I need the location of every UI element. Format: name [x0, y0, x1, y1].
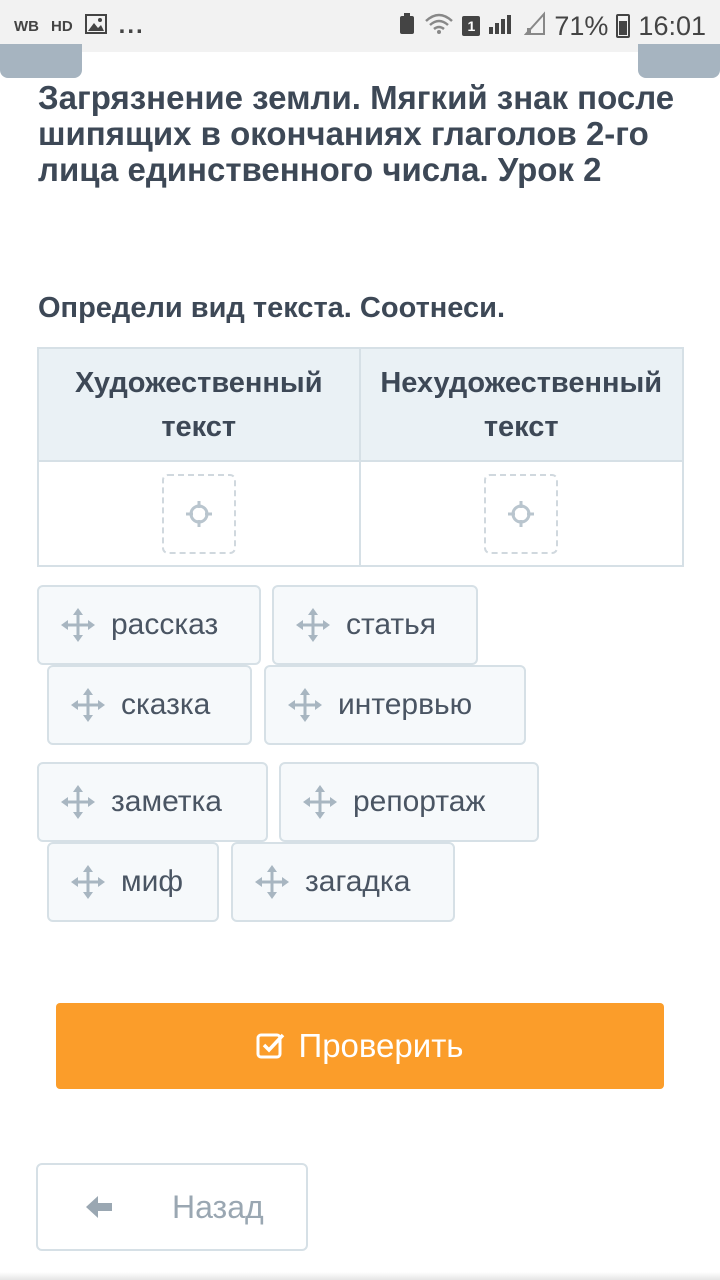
move-icon	[255, 865, 289, 899]
move-icon	[61, 785, 95, 819]
signal-icon	[488, 11, 516, 42]
chip-label: миф	[121, 865, 184, 898]
task-instruction: Определи вид текста. Соотнеси.	[38, 292, 506, 324]
back-button-label: Назад	[172, 1188, 264, 1225]
move-icon	[288, 688, 322, 722]
battery-percent: 71%	[554, 10, 609, 41]
drop-cell-artistic[interactable]	[39, 462, 361, 565]
drop-slot[interactable]	[161, 473, 236, 554]
move-icon	[296, 608, 330, 642]
arrow-left-icon	[84, 1192, 114, 1222]
clock: 16:01	[638, 10, 706, 41]
check-button-label: Проверить	[298, 1027, 464, 1064]
draggable-chip[interactable]: репортаж	[279, 762, 539, 842]
image-icon	[84, 14, 107, 38]
chip-label: рассказ	[111, 608, 219, 641]
column-header-nonartistic: Нехудожественный текст	[360, 349, 682, 462]
sim-badge: 1	[462, 16, 481, 36]
target-icon	[185, 500, 212, 527]
chip-label: репортаж	[353, 785, 486, 818]
chip-label: загадка	[305, 865, 411, 898]
status-right: 1 71% 16:01	[398, 11, 706, 42]
draggable-chip[interactable]: сказка	[47, 665, 252, 745]
signal-2-icon	[524, 10, 546, 42]
recycle-icon	[398, 11, 416, 42]
chip-label: заметка	[111, 785, 222, 818]
chip-label: статья	[346, 608, 437, 641]
draggable-chip[interactable]: миф	[47, 842, 219, 922]
move-icon	[71, 865, 105, 899]
chip-label: сказка	[121, 688, 211, 721]
checkbox-check-icon	[256, 1031, 286, 1061]
battery-icon	[616, 14, 631, 38]
drop-slot[interactable]	[484, 473, 559, 554]
next-tab-peek[interactable]	[638, 44, 720, 78]
prev-tab-peek[interactable]	[0, 44, 82, 78]
drop-cell-nonartistic[interactable]	[361, 462, 683, 565]
target-icon	[508, 500, 535, 527]
status-left: WB HD ...	[14, 12, 145, 40]
wifi-icon	[424, 11, 454, 42]
status-more: ...	[118, 12, 145, 39]
draggable-chip[interactable]: статья	[272, 585, 478, 665]
matching-table: Художественный текст Нехудожественный те…	[37, 347, 684, 567]
lesson-title: Загрязнение земли. Мягкий знак после шип…	[38, 79, 675, 188]
draggable-chip[interactable]: интервью	[264, 665, 526, 745]
move-icon	[61, 608, 95, 642]
back-button[interactable]: Назад	[36, 1163, 308, 1251]
status-bar: WB HD ... 1 71% 16:01	[0, 0, 720, 52]
column-header-artistic: Художественный текст	[39, 349, 361, 462]
status-item-wb: WB	[14, 17, 39, 35]
bottom-divider	[0, 1272, 720, 1280]
status-item-hd: HD	[51, 17, 73, 35]
draggable-chip[interactable]: загадка	[231, 842, 455, 922]
draggable-chip[interactable]: заметка	[37, 762, 268, 842]
draggable-chip[interactable]: рассказ	[37, 585, 261, 665]
move-icon	[303, 785, 337, 819]
check-button[interactable]: Проверить	[56, 1003, 664, 1089]
move-icon	[71, 688, 105, 722]
chip-label: интервью	[338, 688, 473, 721]
